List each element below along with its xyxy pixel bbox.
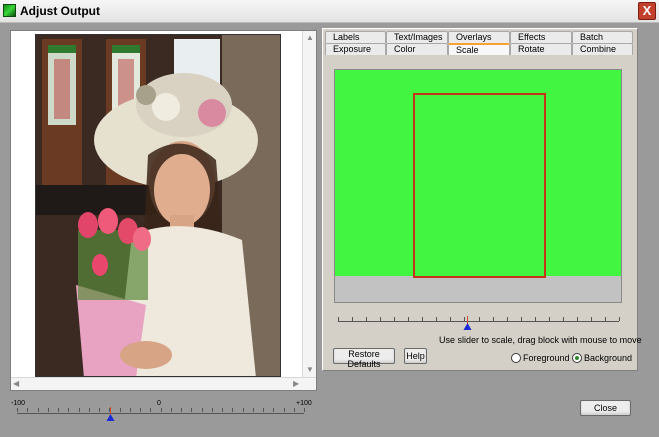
slider-tick (576, 317, 578, 321)
slider-tick (492, 317, 494, 321)
slider-tick (160, 408, 162, 412)
tab-color[interactable]: Color (386, 43, 448, 55)
slider-tick (37, 408, 39, 412)
tab-effects[interactable]: Effects (510, 31, 572, 43)
slider-tick (590, 317, 592, 321)
slider-tick (619, 317, 620, 321)
tab-scale[interactable]: Scale (448, 43, 510, 55)
slider-min-label: -100 (11, 400, 26, 407)
scroll-right-icon[interactable]: ▶ (293, 379, 299, 389)
slider-tick (263, 408, 264, 412)
slider-tick (604, 317, 606, 321)
slider-tick (119, 408, 121, 412)
scroll-up-icon[interactable]: ▲ (306, 33, 314, 43)
tab-rotate[interactable]: Rotate (510, 43, 572, 55)
slider-tick (478, 317, 480, 321)
slider-tick (140, 408, 141, 412)
tab-combine[interactable]: Combine (572, 43, 633, 55)
scale-block[interactable] (413, 93, 546, 278)
help-button[interactable]: Help (404, 348, 427, 364)
scroll-down-icon[interactable]: ▼ (306, 365, 314, 375)
slider-tick (222, 408, 223, 412)
slider-tick (191, 408, 193, 412)
slider-mid-label: 0 (157, 400, 161, 407)
slider-tick (201, 408, 203, 412)
slider-tick (520, 317, 522, 321)
tab-text-images[interactable]: Text/Images (386, 31, 448, 43)
tab-labels[interactable]: Labels (325, 31, 386, 43)
close-button[interactable]: Close (580, 400, 631, 416)
tab-exposure[interactable]: Exposure (325, 43, 386, 55)
slider-tick (408, 317, 410, 321)
slider-tick (380, 317, 382, 321)
slider-tick (47, 408, 49, 412)
slider-tick (27, 408, 29, 412)
left-slider-thumb-icon[interactable] (106, 407, 115, 424)
slider-tick (366, 317, 368, 321)
slider-tick (506, 317, 508, 321)
slider-tick (338, 317, 339, 321)
slider-tick (68, 408, 70, 412)
title-bar: Adjust Output X (0, 0, 659, 23)
slider-tick (170, 408, 172, 412)
scale-instructions: Use slider to scale, drag block with mou… (439, 335, 642, 345)
portrait-photo (36, 35, 280, 376)
background-label: Background (584, 353, 633, 363)
restore-defaults-button[interactable]: Restore Defaults (333, 348, 395, 369)
scale-preview-area[interactable] (334, 69, 622, 303)
slider-tick (88, 408, 90, 412)
foreground-label: Foreground (523, 353, 570, 363)
slider-tick (129, 408, 131, 412)
foreground-radio[interactable] (511, 353, 521, 363)
slider-tick (17, 408, 18, 412)
slider-tick (232, 408, 234, 412)
app-icon (3, 4, 16, 17)
close-icon[interactable]: X (638, 2, 656, 20)
slider-tick (150, 408, 152, 412)
left-slider-track[interactable] (17, 413, 304, 414)
tab-batch[interactable]: Batch (572, 31, 633, 43)
slider-tick (422, 317, 424, 321)
slider-tick (273, 408, 275, 412)
tab-overlays[interactable]: Overlays (448, 31, 510, 43)
background-radio[interactable] (572, 353, 582, 363)
photo-viewer: ▲ ▼ ◀ ▶ (10, 30, 317, 391)
horizontal-scrollbar[interactable]: ◀ ▶ (11, 377, 316, 390)
slider-tick (304, 408, 305, 412)
slider-tick (242, 408, 244, 412)
slider-tick (181, 408, 182, 412)
slider-tick (99, 408, 100, 412)
window-title: Adjust Output (20, 4, 100, 18)
background-canvas[interactable] (335, 70, 621, 278)
slider-tick (78, 408, 80, 412)
slider-tick (211, 408, 213, 412)
scroll-left-icon[interactable]: ◀ (13, 379, 19, 389)
slider-tick (58, 408, 59, 412)
vertical-scrollbar[interactable]: ▲ ▼ (302, 31, 316, 377)
photo-preview (35, 34, 281, 377)
slider-max-label: +100 (296, 400, 312, 407)
scale-slider-track[interactable] (338, 321, 619, 322)
slider-tick (293, 408, 295, 412)
slider-tick (562, 317, 564, 321)
scale-slider-thumb-icon[interactable] (463, 316, 472, 333)
slider-tick (548, 317, 550, 321)
slider-tick (352, 317, 354, 321)
slider-tick (436, 317, 438, 321)
slider-tick (450, 317, 452, 321)
slider-tick (534, 317, 536, 321)
slider-tick (252, 408, 254, 412)
slider-tick (283, 408, 285, 412)
slider-tick (394, 317, 396, 321)
